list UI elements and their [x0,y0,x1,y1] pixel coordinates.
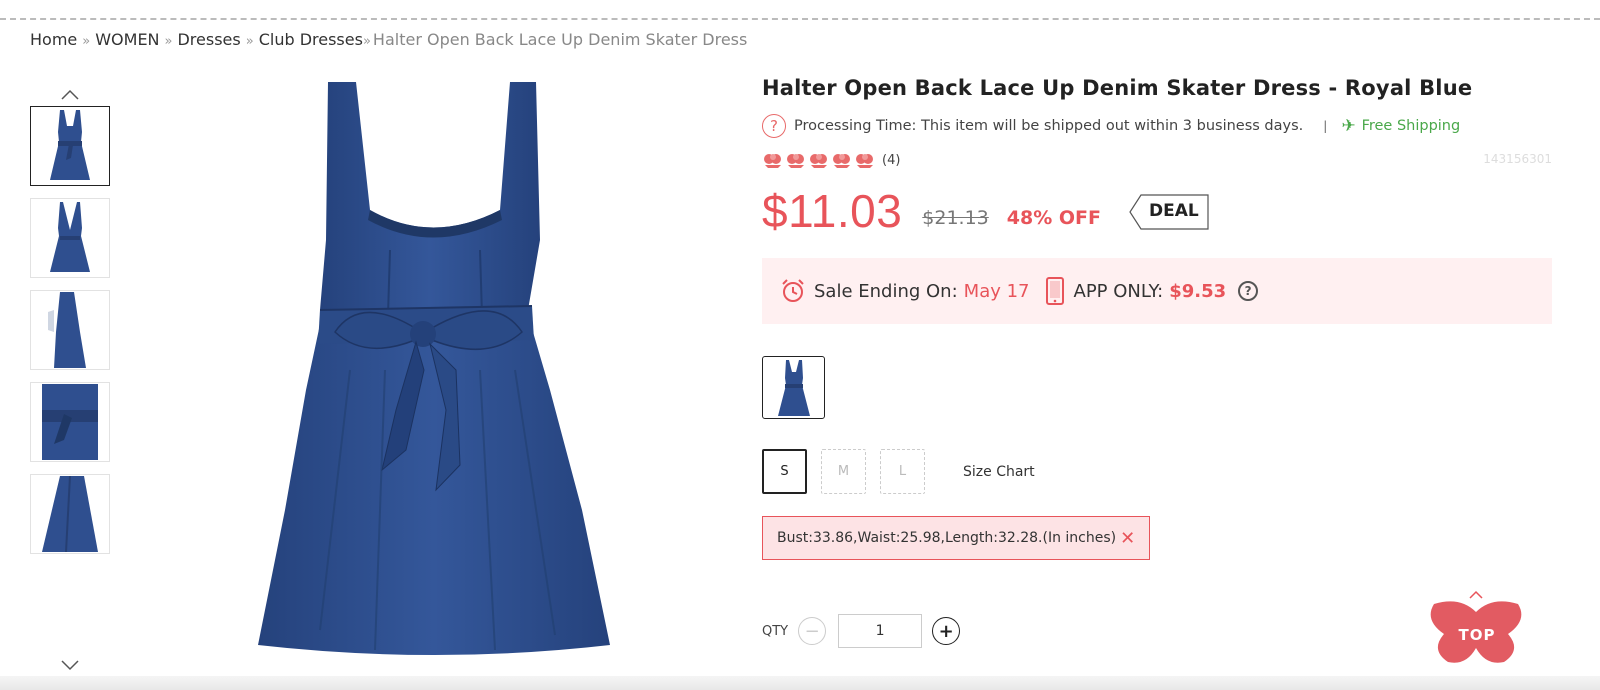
help-icon[interactable]: ? [1238,281,1259,301]
breadcrumb-separator: » [245,34,254,49]
chevron-down-icon [61,660,79,671]
close-icon[interactable]: ✕ [1120,528,1135,549]
free-shipping-link[interactable]: ✈ Free Shipping [1341,116,1460,136]
breadcrumb-separator: » [362,34,371,49]
top-label: TOP [1458,626,1496,644]
qty-label: QTY [762,623,789,639]
product-info-panel: Halter Open Back Lace Up Denim Skater Dr… [762,76,1552,560]
separator-pipe: | [1323,119,1328,133]
dress-thumbnail-icon [42,384,98,460]
mobile-phone-icon [1045,277,1064,305]
processing-time-label: Processing Time: [794,118,917,134]
app-only-price: $9.53 [1169,280,1227,302]
main-product-image[interactable] [210,70,660,680]
thumbnail-scroll-up-button[interactable] [30,84,110,106]
alarm-clock-icon [782,279,804,302]
free-shipping-label: Free Shipping [1361,118,1461,134]
breadcrumb-home[interactable]: Home [30,30,77,49]
thumbnail-scroll-down-button[interactable] [30,654,110,676]
qty-increment-button[interactable]: + [932,617,961,645]
processing-time-row: ? Processing Time: This item will be shi… [762,114,1552,138]
breadcrumb-women[interactable]: WOMEN [95,30,159,49]
size-option-l[interactable]: L [880,449,925,494]
quantity-row: QTY − + [762,614,961,648]
qty-input[interactable] [838,614,923,648]
size-option-s[interactable]: S [762,449,807,494]
help-circle-icon[interactable]: ? [762,114,786,138]
rating-row: (4) 143156301 [762,150,1552,170]
dress-image-icon [258,82,610,655]
processing-time-text: This item will be shipped out within 3 b… [921,118,1304,134]
thumbnail-back[interactable] [30,198,110,278]
rose-rating-icon [833,154,850,168]
price-row: $11.03 $21.13 48% OFF DEAL [762,185,1552,237]
thumbnail-side[interactable] [30,290,110,370]
sku-number: 143156301 [1483,152,1552,166]
top-divider [0,18,1600,20]
rating-flowers[interactable] [762,151,877,169]
rose-rating-icon [787,154,804,168]
breadcrumb: Home» WOMEN» Dresses» Club Dresses» Halter O… [30,30,747,49]
sale-info-box: Sale Ending On: May 17 APP ONLY: $9.53 ? [762,258,1552,324]
qty-decrement-button[interactable]: − [798,617,827,645]
breadcrumb-separator: » [164,34,173,49]
dress-thumbnail-icon [50,202,90,272]
breadcrumb-club-dresses[interactable]: Club Dresses [259,30,363,49]
dress-swatch-icon [777,359,810,416]
size-selector: S M L Size Chart [762,449,1552,494]
breadcrumb-separator: » [82,34,91,49]
measurement-text: Bust:33.86,Waist:25.98,Length:32.28.(In … [777,530,1117,546]
breadcrumb-current: Halter Open Back Lace Up Denim Skater Dr… [372,30,748,49]
discount-label: 48% OFF [1006,207,1101,229]
thumbnail-strip [30,84,110,566]
bottom-scroll-shadow [0,676,1600,690]
sale-ending-date: May 17 [963,280,1030,302]
chevron-up-icon [61,89,79,100]
dress-thumbnail-icon [50,110,90,180]
current-price: $11.03 [762,185,903,237]
product-title: Halter Open Back Lace Up Denim Skater Dr… [762,76,1473,100]
airplane-icon: ✈ [1341,116,1356,136]
thumbnail-bow-detail[interactable] [30,382,110,462]
color-swatch-royal-blue[interactable] [762,356,825,419]
dress-thumbnail-icon [48,292,86,368]
rose-rating-icon [810,154,827,168]
deal-label: DEAL [1148,201,1199,221]
deal-badge: DEAL [1129,194,1209,230]
rose-rating-icon [764,154,781,168]
original-price: $21.13 [922,207,989,229]
thumbnail-skirt-detail[interactable] [30,474,110,554]
dress-thumbnail-icon [42,476,98,552]
rose-rating-icon [856,154,873,168]
sale-ending-label: Sale Ending On: [814,280,958,302]
breadcrumb-dresses[interactable]: Dresses [177,30,240,49]
app-only-label: APP ONLY: [1073,280,1164,302]
thumbnail-front[interactable] [30,106,110,186]
size-chart-link[interactable]: Size Chart [963,464,1035,480]
review-count[interactable]: (4) [882,153,900,168]
back-to-top-button[interactable]: TOP [1420,590,1534,670]
size-option-m[interactable]: M [821,449,866,494]
size-measurement-tip: Bust:33.86,Waist:25.98,Length:32.28.(In … [762,516,1151,560]
